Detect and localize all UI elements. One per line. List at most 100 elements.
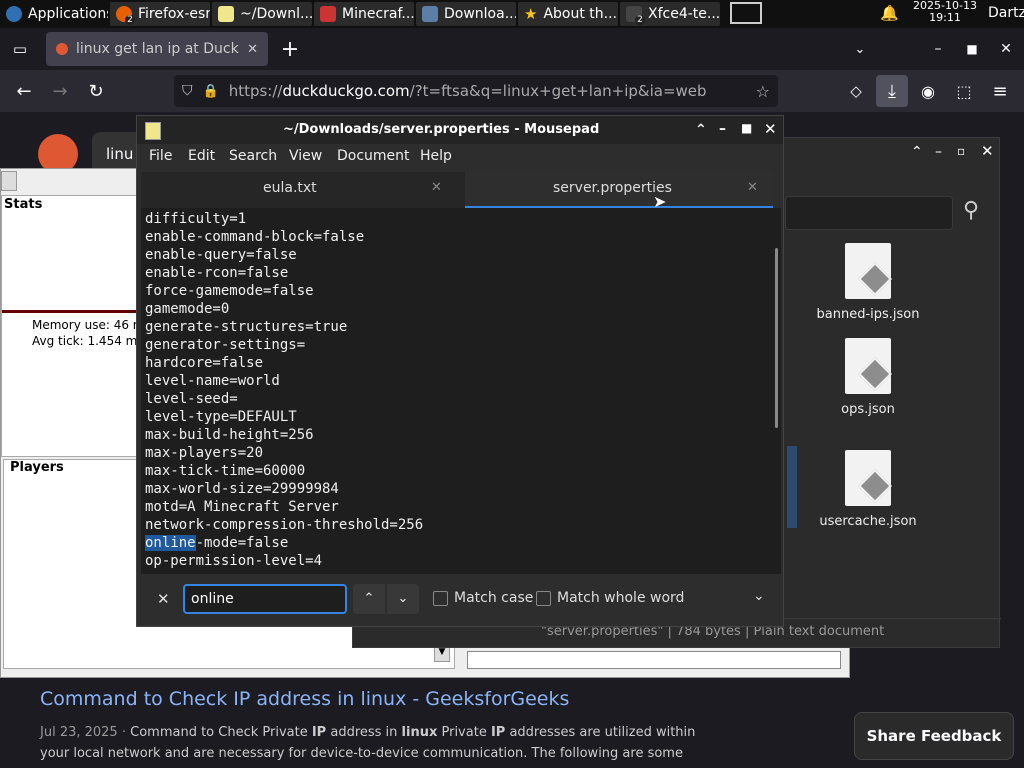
close-icon[interactable]: ✕ (981, 142, 994, 160)
stats-graph (2, 310, 138, 313)
minimize-icon[interactable]: – (935, 144, 942, 160)
file-search-field[interactable] (785, 196, 953, 230)
account-icon[interactable]: ◉ (914, 77, 942, 105)
file-name: banned-ips.json (816, 307, 920, 322)
close-icon[interactable]: ✕ (247, 42, 258, 57)
minimize-icon[interactable]: – (719, 121, 726, 137)
result-title[interactable]: Command to Check IP address in linux - G… (40, 688, 569, 710)
mousepad-titlebar[interactable]: ~/Downloads/server.properties - Mousepad… (137, 116, 783, 144)
file-view-selection (787, 446, 797, 528)
minimize-icon[interactable]: – (924, 35, 952, 63)
players-label: Players (10, 460, 64, 475)
close-icon[interactable]: ✕ (764, 120, 777, 138)
bookmark-star-icon[interactable]: ☆ (756, 82, 770, 101)
text-editor[interactable]: difficulty=1 enable-command-block=false en… (141, 208, 781, 574)
chevron-down-icon[interactable]: ⌄ (846, 35, 874, 63)
menu-file[interactable]: File (149, 148, 172, 164)
editor-line: generate-structures=true (145, 319, 348, 335)
snippet-part: Command to Check Private (130, 725, 312, 740)
url-path: /?t=ftsa&q=linux+get+lan+ip&ia=web (409, 82, 707, 100)
workspace-switcher[interactable] (730, 2, 762, 24)
tab-server-properties[interactable]: server.properties ✕ (465, 172, 773, 209)
file-icon (845, 338, 891, 394)
menu-search[interactable]: Search (229, 148, 277, 164)
downloads-icon[interactable]: ⤓ (876, 75, 908, 107)
menu-edit[interactable]: Edit (188, 148, 215, 164)
close-window-icon[interactable]: ✕ (992, 35, 1020, 63)
bell-icon[interactable]: 🔔 (880, 4, 899, 22)
task-about[interactable]: ★ About th... (518, 2, 618, 26)
user-name[interactable]: Dartz (988, 5, 1024, 21)
search-icon[interactable]: ⚲ (963, 198, 979, 223)
new-tab-icon[interactable]: + (276, 35, 304, 63)
chevron-up-icon[interactable]: ⌃ (695, 122, 707, 138)
file-usercache[interactable]: usercache.json (813, 450, 923, 529)
lock-icon[interactable]: 🔒 (203, 84, 219, 99)
applications-menu[interactable]: Applications ⋮ (0, 2, 108, 26)
mousepad-icon (218, 6, 234, 22)
task-minecraft[interactable]: Minecraf... (314, 2, 414, 26)
console-input[interactable] (467, 651, 841, 669)
url-bar[interactable]: ⛉ 🔒 https://duckduckgo.com/?t=ftsa&q=lin… (174, 75, 778, 107)
star-icon: ★ (524, 5, 538, 23)
task-mousepad[interactable]: ~/Downl... (212, 2, 312, 26)
find-next-icon[interactable]: ⌄ (387, 584, 419, 614)
snippet-part: addresses are utilized within (505, 725, 696, 740)
line-rest: -mode=false (195, 535, 289, 551)
clock[interactable]: 2025-10-13 19:11 (912, 0, 978, 24)
forward-arrow-icon[interactable]: → (46, 77, 74, 105)
editor-scrollbar[interactable] (775, 248, 778, 428)
editor-line: enable-command-block=false (145, 229, 365, 245)
share-feedback-button[interactable]: Share Feedback (854, 712, 1014, 760)
file-ops[interactable]: ops.json (813, 338, 923, 417)
task-label: About th... (543, 6, 618, 22)
java-window-icon (1, 171, 17, 191)
task-downloads[interactable]: Downloa... (416, 2, 516, 26)
maximize-icon[interactable]: ■ (741, 121, 752, 135)
tab-overview-icon[interactable]: ▭ (6, 35, 34, 63)
reload-icon[interactable]: ↻ (82, 77, 110, 105)
pocket-icon[interactable]: ◇ (842, 77, 870, 105)
chevron-down-icon[interactable]: ⌄ (753, 588, 765, 604)
editor-line: max-tick-time=60000 (145, 463, 306, 479)
close-icon[interactable]: ✕ (431, 180, 442, 195)
browser-tab-active[interactable]: linux get lan ip at DuckD ✕ (46, 32, 268, 66)
file-banned-ips[interactable]: banned-ips.json (813, 243, 923, 322)
back-arrow-icon[interactable]: ← (10, 77, 38, 105)
task-firefox[interactable]: 2 Firefox-esr (110, 2, 210, 26)
search-bar: ✕ ⌃ ⌄ Match case Match whole word ⌄ (137, 574, 783, 626)
editor-line: level-type=DEFAULT (145, 409, 297, 425)
players-scrollbar-down[interactable]: ▼ (434, 646, 450, 662)
menu-view[interactable]: View (289, 148, 322, 164)
match-case-checkbox[interactable]: Match case (433, 590, 533, 606)
result-snippet: Jul 23, 2025 · Command to Check Private … (40, 722, 695, 764)
task-terminal[interactable]: 2 Xfce4-te... (620, 2, 720, 26)
maximize-icon[interactable]: ▫ (957, 144, 965, 158)
hamburger-menu-icon[interactable]: ≡ (986, 77, 1014, 105)
snippet-bold: linux (401, 725, 438, 740)
extensions-icon[interactable]: ⬚ (950, 77, 978, 105)
maximize-icon[interactable]: ■ (958, 35, 986, 63)
folder-icon (422, 6, 438, 22)
menu-help[interactable]: Help (420, 148, 452, 164)
close-search-icon[interactable]: ✕ (157, 590, 170, 608)
menu-document[interactable]: Document (337, 148, 410, 164)
shield-icon[interactable]: ⛉ (182, 83, 193, 99)
tab-eula[interactable]: eula.txt ✕ (141, 172, 465, 206)
snippet-line-2: your local network and are necessary for… (40, 746, 683, 761)
snippet-part: Private (437, 725, 491, 740)
stats-label: Stats (4, 197, 43, 212)
editor-line: generator-settings= (145, 337, 306, 353)
tab-title: linux get lan ip at DuckD (76, 41, 240, 57)
find-previous-icon[interactable]: ⌃ (353, 584, 385, 614)
task-count-badge: 2 (125, 15, 135, 25)
file-name: ops.json (841, 402, 895, 417)
chevron-up-icon[interactable]: ⌃ (911, 144, 923, 160)
close-icon[interactable]: ✕ (747, 180, 758, 195)
editor-line: op-permission-level=4 (145, 553, 323, 569)
match-whole-word-checkbox[interactable]: Match whole word (536, 590, 684, 606)
task-count-badge: 2 (635, 15, 645, 25)
match-case-label: Match case (454, 590, 534, 606)
terminal-icon: 2 (626, 6, 645, 25)
search-input[interactable] (183, 584, 347, 614)
